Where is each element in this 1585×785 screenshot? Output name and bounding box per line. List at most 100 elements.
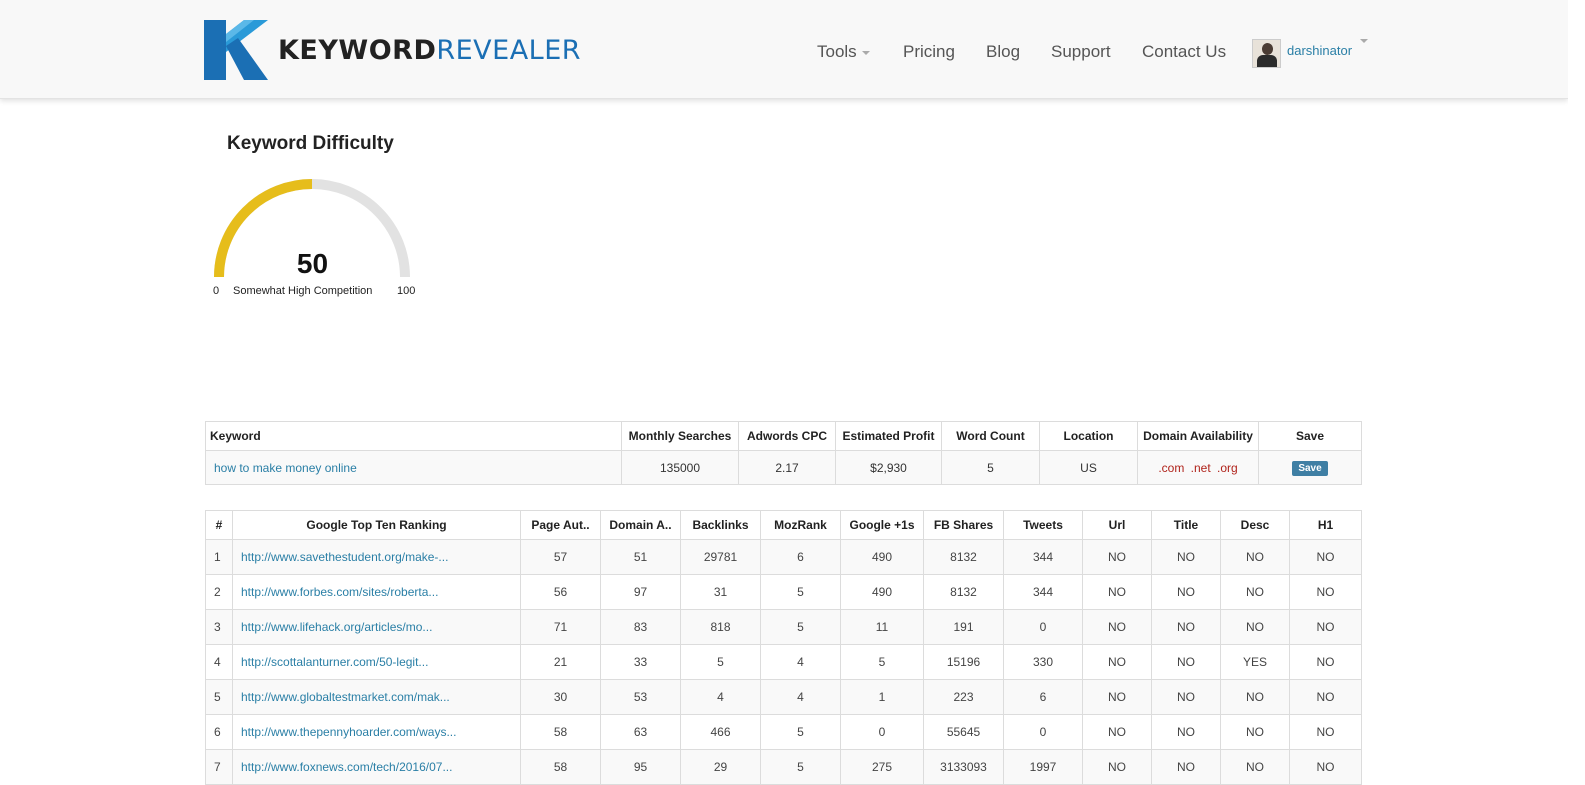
nav-pricing[interactable]: Pricing bbox=[903, 42, 955, 62]
title-match-cell: NO bbox=[1151, 679, 1221, 715]
fb-shares-cell: 223 bbox=[923, 679, 1004, 715]
fb-shares-cell: 3133093 bbox=[923, 749, 1004, 785]
h1-match-cell: NO bbox=[1289, 714, 1362, 750]
url-cell: http://www.lifehack.org/articles/mo... bbox=[232, 609, 521, 645]
avatar bbox=[1252, 39, 1281, 68]
keyword-summary-table: Keyword Monthly Searches Adwords CPC Est… bbox=[205, 421, 1362, 485]
col-adwords-cpc: Adwords CPC bbox=[738, 421, 836, 451]
rank-cell: 2 bbox=[205, 574, 233, 610]
table-row: how to make money online 135000 2.17 $2,… bbox=[205, 450, 1362, 485]
profit-cell: $2,930 bbox=[835, 450, 942, 485]
col-save: Save bbox=[1258, 421, 1362, 451]
rank-cell: 5 bbox=[205, 679, 233, 715]
page-edge bbox=[1568, 0, 1585, 771]
tweets-cell: 6 bbox=[1003, 679, 1083, 715]
difficulty-gauge: 50 0 Somewhat High Competition 100 bbox=[205, 170, 420, 305]
col-url: Url bbox=[1082, 510, 1152, 540]
location-cell: US bbox=[1039, 450, 1138, 485]
save-button[interactable]: Save bbox=[1292, 460, 1328, 476]
google-plus-cell: 5 bbox=[840, 644, 924, 680]
col-h1: H1 bbox=[1289, 510, 1362, 540]
url-cell: http://www.forbes.com/sites/roberta... bbox=[232, 574, 521, 610]
domain-authority-cell: 33 bbox=[600, 644, 681, 680]
domain-authority-cell: 63 bbox=[600, 714, 681, 750]
tweets-cell: 0 bbox=[1003, 714, 1083, 750]
page-authority-cell: 57 bbox=[520, 539, 601, 575]
ranking-url-link[interactable]: http://www.savethestudent.org/make-... bbox=[241, 550, 448, 564]
nav-tools[interactable]: Tools bbox=[817, 42, 870, 62]
tweets-cell: 1997 bbox=[1003, 749, 1083, 785]
ranking-url-link[interactable]: http://www.lifehack.org/articles/mo... bbox=[241, 620, 432, 634]
desc-match-cell: NO bbox=[1220, 714, 1290, 750]
col-desc: Desc bbox=[1220, 510, 1290, 540]
fb-shares-cell: 15196 bbox=[923, 644, 1004, 680]
col-fb-shares: FB Shares bbox=[923, 510, 1004, 540]
rank-cell: 3 bbox=[205, 609, 233, 645]
col-monthly-searches: Monthly Searches bbox=[621, 421, 739, 451]
table-row: 5 http://www.globaltestmarket.com/mak... 3… bbox=[205, 679, 1362, 715]
title-match-cell: NO bbox=[1151, 539, 1221, 575]
ranking-url-link[interactable]: http://www.forbes.com/sites/roberta... bbox=[241, 585, 438, 599]
url-cell: http://scottalanturner.com/50-legit... bbox=[232, 644, 521, 680]
backlinks-cell: 5 bbox=[680, 644, 761, 680]
title-match-cell: NO bbox=[1151, 644, 1221, 680]
user-menu[interactable]: darshinator bbox=[1252, 39, 1369, 68]
table-row: 3 http://www.lifehack.org/articles/mo... 7… bbox=[205, 609, 1362, 645]
google-ranking-table: # Google Top Ten Ranking Page Aut.. Doma… bbox=[205, 510, 1362, 785]
google-plus-cell: 0 bbox=[840, 714, 924, 750]
url-cell: http://www.globaltestmarket.com/mak... bbox=[232, 679, 521, 715]
col-google-plus: Google +1s bbox=[840, 510, 924, 540]
keyword-link[interactable]: how to make money online bbox=[210, 461, 357, 475]
ranking-url-link[interactable]: http://www.foxnews.com/tech/2016/07... bbox=[241, 760, 452, 774]
domain-links[interactable]: .com .net .org bbox=[1158, 461, 1237, 475]
col-estimated-profit: Estimated Profit bbox=[835, 421, 942, 451]
rank-cell: 1 bbox=[205, 539, 233, 575]
tweets-cell: 330 bbox=[1003, 644, 1083, 680]
word-count-cell: 5 bbox=[941, 450, 1040, 485]
table-row: 7 http://www.foxnews.com/tech/2016/07... 5… bbox=[205, 749, 1362, 785]
logo[interactable]: KEYWORDREVEALER bbox=[204, 20, 581, 80]
col-tweets: Tweets bbox=[1003, 510, 1083, 540]
h1-match-cell: NO bbox=[1289, 539, 1362, 575]
mozrank-cell: 5 bbox=[760, 714, 841, 750]
col-rank: # bbox=[205, 510, 233, 540]
title-match-cell: NO bbox=[1151, 749, 1221, 785]
table-row: 4 http://scottalanturner.com/50-legit... 2… bbox=[205, 644, 1362, 680]
mozrank-cell: 5 bbox=[760, 609, 841, 645]
col-title: Title bbox=[1151, 510, 1221, 540]
url-match-cell: NO bbox=[1082, 609, 1152, 645]
page-authority-cell: 58 bbox=[520, 749, 601, 785]
gauge-min-label: 0 bbox=[213, 285, 220, 297]
desc-match-cell: NO bbox=[1220, 679, 1290, 715]
nav-contact-us[interactable]: Contact Us bbox=[1142, 42, 1226, 62]
url-cell: http://www.thepennyhoarder.com/ways... bbox=[232, 714, 521, 750]
table-row: 6 http://www.thepennyhoarder.com/ways... 5… bbox=[205, 714, 1362, 750]
backlinks-cell: 31 bbox=[680, 574, 761, 610]
google-plus-cell: 1 bbox=[840, 679, 924, 715]
h1-match-cell: NO bbox=[1289, 644, 1362, 680]
domain-authority-cell: 51 bbox=[600, 539, 681, 575]
url-match-cell: NO bbox=[1082, 714, 1152, 750]
col-mozrank: MozRank bbox=[760, 510, 841, 540]
monthly-searches-cell: 135000 bbox=[621, 450, 739, 485]
col-backlinks: Backlinks bbox=[680, 510, 761, 540]
h1-match-cell: NO bbox=[1289, 609, 1362, 645]
ranking-url-link[interactable]: http://www.globaltestmarket.com/mak... bbox=[241, 690, 450, 704]
mozrank-cell: 4 bbox=[760, 644, 841, 680]
title-match-cell: NO bbox=[1151, 714, 1221, 750]
url-cell: http://www.savethestudent.org/make-... bbox=[232, 539, 521, 575]
ranking-url-link[interactable]: http://scottalanturner.com/50-legit... bbox=[241, 655, 428, 669]
url-cell: http://www.foxnews.com/tech/2016/07... bbox=[232, 749, 521, 785]
table-row: 2 http://www.forbes.com/sites/roberta... 5… bbox=[205, 574, 1362, 610]
page-authority-cell: 71 bbox=[520, 609, 601, 645]
ranking-url-link[interactable]: http://www.thepennyhoarder.com/ways... bbox=[241, 725, 456, 739]
gauge-max-label: 100 bbox=[397, 285, 416, 297]
url-match-cell: NO bbox=[1082, 644, 1152, 680]
backlinks-cell: 29 bbox=[680, 749, 761, 785]
nav-blog[interactable]: Blog bbox=[986, 42, 1020, 62]
mozrank-cell: 6 bbox=[760, 539, 841, 575]
domain-authority-cell: 97 bbox=[600, 574, 681, 610]
google-plus-cell: 490 bbox=[840, 574, 924, 610]
nav-support[interactable]: Support bbox=[1051, 42, 1111, 62]
desc-match-cell: YES bbox=[1220, 644, 1290, 680]
